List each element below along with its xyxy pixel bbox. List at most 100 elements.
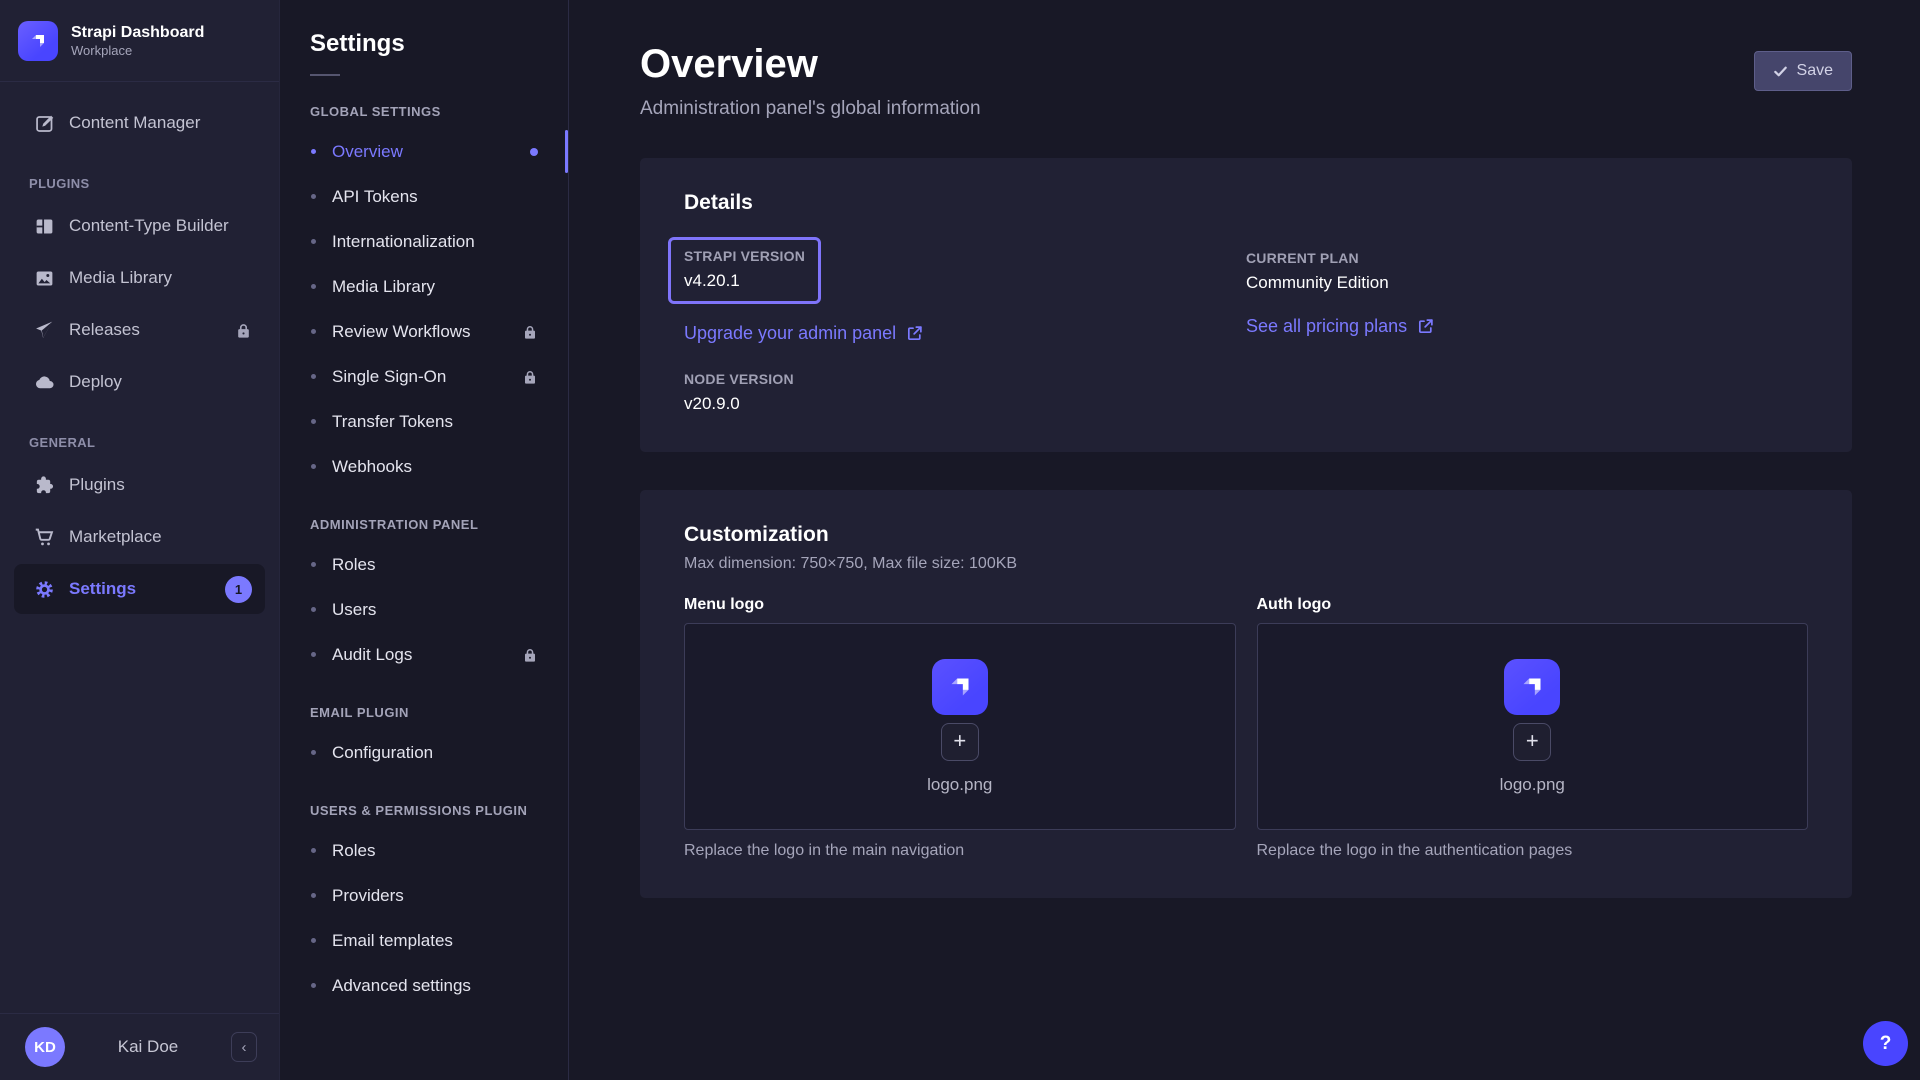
subnav-item-label: Media Library: [332, 277, 435, 297]
subnav-item-webhooks[interactable]: Webhooks: [310, 444, 538, 489]
nav-item-content-type-builder[interactable]: Content-Type Builder: [14, 201, 265, 251]
nav-item-label: Marketplace: [69, 527, 162, 547]
nav-item-media-library[interactable]: Media Library: [14, 253, 265, 303]
menu-logo-help-text: Replace the logo in the main navigation: [684, 842, 1236, 860]
subnav-item-label: Review Workflows: [332, 322, 471, 342]
subnav-item-overview[interactable]: Overview: [310, 129, 538, 174]
app-title: Strapi Dashboard: [71, 23, 204, 43]
puzzle-icon: [33, 474, 55, 496]
menu-logo-field: Menu logo + logo.png Replace the logo in…: [684, 596, 1236, 860]
nav-item-plugins[interactable]: Plugins: [14, 460, 265, 510]
strapi-logo-preview-icon: [1504, 659, 1560, 715]
node-version-label: NODE VERSION: [684, 371, 1246, 387]
sidebar-collapse-button[interactable]: ‹: [231, 1032, 257, 1062]
customization-constraints: Max dimension: 750×750, Max file size: 1…: [684, 555, 1808, 573]
bullet-icon: [311, 938, 316, 943]
question-mark-icon: ?: [1880, 1033, 1892, 1054]
nav-item-content-manager[interactable]: Content Manager: [14, 98, 265, 148]
nav-item-label: Media Library: [69, 268, 172, 288]
auth-logo-field: Auth logo + logo.png Replace the logo in…: [1257, 596, 1809, 860]
bullet-icon: [311, 194, 316, 199]
gear-icon: [33, 578, 55, 600]
lock-icon: [235, 322, 252, 339]
subnav-item-admin-users[interactable]: Users: [310, 587, 538, 632]
nav-item-marketplace[interactable]: Marketplace: [14, 512, 265, 562]
upgrade-admin-panel-link[interactable]: Upgrade your admin panel: [684, 323, 923, 344]
customization-heading: Customization: [684, 523, 1808, 547]
strapi-version-label: STRAPI VERSION: [684, 248, 805, 264]
current-plan-value: Community Edition: [1246, 273, 1808, 293]
external-link-icon: [906, 325, 923, 342]
auth-logo-label: Auth logo: [1257, 596, 1809, 614]
check-icon: [1773, 64, 1788, 79]
subnav-item-label: Internationalization: [332, 232, 475, 252]
group-global-settings: GLOBAL SETTINGS Overview API Tokens Inte…: [310, 104, 538, 489]
pricing-plans-link[interactable]: See all pricing plans: [1246, 316, 1434, 337]
strapi-logo-icon: [18, 21, 58, 61]
bullet-icon: [311, 562, 316, 567]
main-nav-list: Content Manager PLUGINS Content-Type Bui…: [0, 82, 279, 616]
nav-item-label: Settings: [69, 579, 136, 599]
subnav-item-media-library[interactable]: Media Library: [310, 264, 538, 309]
subnav-item-label: Roles: [332, 841, 375, 861]
subnav-item-admin-roles[interactable]: Roles: [310, 542, 538, 587]
menu-logo-filename: logo.png: [927, 775, 992, 795]
avatar[interactable]: KD: [25, 1027, 65, 1067]
subnav-item-review-workflows[interactable]: Review Workflows: [310, 309, 538, 354]
subnav-item-label: Audit Logs: [332, 645, 412, 665]
subnav-item-label: Webhooks: [332, 457, 412, 477]
bullet-icon: [311, 983, 316, 988]
menu-logo-upload-tile[interactable]: + logo.png: [684, 623, 1236, 830]
chevron-left-icon: ‹: [242, 1039, 247, 1056]
nav-item-label: Content Manager: [69, 113, 200, 133]
nav-item-settings[interactable]: Settings 1: [14, 564, 265, 614]
plus-icon: +: [1526, 730, 1539, 752]
subnav-item-email-configuration[interactable]: Configuration: [310, 730, 538, 775]
workspace-header[interactable]: Strapi Dashboard Workplace: [0, 0, 279, 82]
current-plan-label: CURRENT PLAN: [1246, 250, 1808, 266]
layout-icon: [33, 215, 55, 237]
subnav-item-audit-logs[interactable]: Audit Logs: [310, 632, 538, 677]
nav-section-general: GENERAL: [0, 409, 279, 458]
add-menu-logo-button[interactable]: +: [941, 723, 979, 761]
add-auth-logo-button[interactable]: +: [1513, 723, 1551, 761]
auth-logo-upload-tile[interactable]: + logo.png: [1257, 623, 1809, 830]
paper-plane-icon: [33, 319, 55, 341]
settings-notification-badge: 1: [225, 576, 252, 603]
group-administration-panel: ADMINISTRATION PANEL Roles Users Audit L…: [310, 517, 538, 677]
pricing-link-label: See all pricing plans: [1246, 316, 1407, 337]
nav-item-label: Plugins: [69, 475, 125, 495]
plus-icon: +: [953, 730, 966, 752]
subnav-item-up-roles[interactable]: Roles: [310, 828, 538, 873]
settings-nav-title: Settings: [310, 30, 538, 58]
notification-dot-icon: [530, 148, 538, 156]
subnav-item-single-sign-on[interactable]: Single Sign-On: [310, 354, 538, 399]
bullet-icon: [311, 374, 316, 379]
subnav-item-label: Roles: [332, 555, 375, 575]
subnav-item-api-tokens[interactable]: API Tokens: [310, 174, 538, 219]
bullet-icon: [311, 464, 316, 469]
group-label: EMAIL PLUGIN: [310, 705, 538, 720]
subnav-item-label: API Tokens: [332, 187, 418, 207]
save-button-label: Save: [1797, 62, 1833, 80]
bullet-icon: [311, 239, 316, 244]
page-title: Overview: [640, 44, 981, 84]
image-icon: [33, 267, 55, 289]
help-button[interactable]: ?: [1863, 1021, 1908, 1066]
main-content: Overview Administration panel's global i…: [569, 0, 1920, 1080]
save-button[interactable]: Save: [1754, 51, 1852, 91]
subnav-item-advanced-settings[interactable]: Advanced settings: [310, 963, 538, 1008]
strapi-logo-preview-icon: [932, 659, 988, 715]
subnav-item-providers[interactable]: Providers: [310, 873, 538, 918]
subnav-item-label: Overview: [332, 142, 403, 162]
feather-icon: [33, 112, 55, 134]
nav-item-deploy[interactable]: Deploy: [14, 357, 265, 407]
node-version-block: NODE VERSION v20.9.0: [684, 371, 1246, 414]
strapi-mark-icon: [26, 29, 50, 53]
nav-item-releases[interactable]: Releases: [14, 305, 265, 355]
bullet-icon: [311, 607, 316, 612]
subnav-item-internationalization[interactable]: Internationalization: [310, 219, 538, 264]
subnav-item-email-templates[interactable]: Email templates: [310, 918, 538, 963]
subnav-item-label: Users: [332, 600, 376, 620]
subnav-item-transfer-tokens[interactable]: Transfer Tokens: [310, 399, 538, 444]
